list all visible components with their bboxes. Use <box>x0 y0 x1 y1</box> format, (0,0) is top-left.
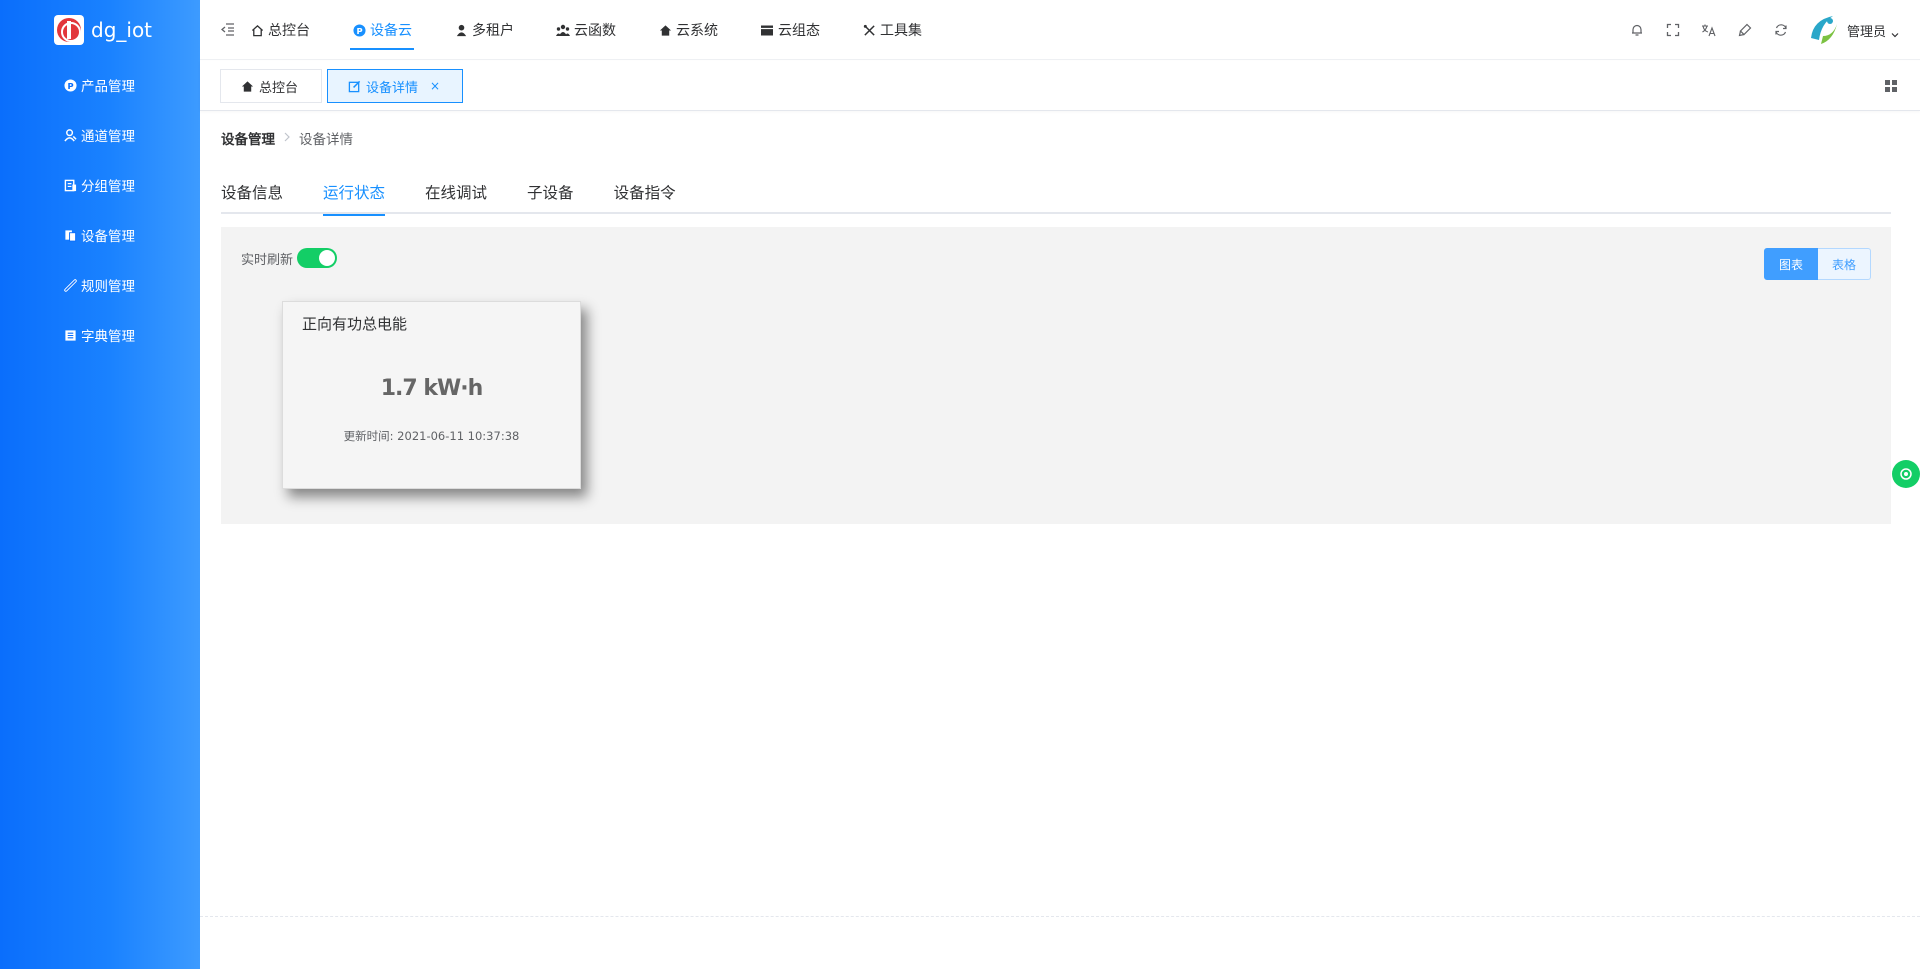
menu-collapse-icon[interactable] <box>220 21 237 37</box>
tab-device-info[interactable]: 设备信息 <box>221 170 283 214</box>
device-icon <box>63 228 77 242</box>
chevron-down-icon[interactable] <box>1890 25 1900 38</box>
tab-sub-device[interactable]: 子设备 <box>527 170 574 214</box>
logo[interactable]: dg_iot <box>0 0 200 60</box>
view-toggle: 图表 表格 <box>1763 248 1871 280</box>
nav-label: 多租户 <box>472 23 514 39</box>
top-nav: 总控台 P 设备云 多租户 云函数 云系统 云组态 工具集 <box>248 0 962 60</box>
metric-update-time: 更新时间: 2021-06-11 10:37:38 <box>343 429 520 443</box>
grid-menu-icon[interactable] <box>1884 78 1900 94</box>
logo-icon <box>54 15 84 45</box>
nav-label: 云系统 <box>676 23 718 39</box>
product-icon: P <box>63 78 77 92</box>
breadcrumb-current: 设备详情 <box>299 132 353 148</box>
nav-item-function[interactable]: 云函数 <box>554 0 618 60</box>
sidebar-item-label: 字典管理 <box>81 329 135 345</box>
top-bar: 总控台 P 设备云 多租户 云函数 云系统 云组态 工具集 管理员 <box>200 0 1920 60</box>
sidebar: dg_iot P 产品管理 通道管理 分组管理 设备管理 规则管理 字典管理 <box>0 0 200 969</box>
edit-icon <box>348 80 361 93</box>
breadcrumb: 设备管理 设备详情 <box>221 128 353 148</box>
translate-icon[interactable] <box>1701 22 1717 38</box>
svg-text:P: P <box>67 80 73 90</box>
chart-view-button[interactable]: 图表 <box>1763 248 1818 280</box>
breadcrumb-device-management[interactable]: 设备管理 <box>221 128 275 148</box>
home-icon <box>241 80 254 93</box>
config-icon <box>760 23 774 37</box>
nav-label: 云函数 <box>574 23 616 39</box>
tag-label: 设备详情 <box>366 80 419 96</box>
nav-label: 工具集 <box>880 23 922 39</box>
channel-icon <box>63 128 77 142</box>
group-icon <box>63 178 77 192</box>
tab-device-command[interactable]: 设备指令 <box>614 170 676 214</box>
device-cloud-icon: P <box>352 23 366 37</box>
system-icon <box>658 23 672 37</box>
sidebar-item-label: 通道管理 <box>81 129 135 145</box>
sidebar-item-device[interactable]: 设备管理 <box>0 210 200 260</box>
tab-online-debug[interactable]: 在线调试 <box>425 170 487 214</box>
tags-view: 总控台 设备详情 × <box>200 61 1920 111</box>
metric-value: 1.7 kW·h <box>380 376 484 401</box>
footer-divider <box>200 916 1920 917</box>
tools-icon <box>862 23 876 37</box>
tab-running-status[interactable]: 运行状态 <box>323 170 386 216</box>
metric-card[interactable]: 正向有功总电能 1.7 kW·h 更新时间: 2021-06-11 10:37:… <box>282 301 581 489</box>
nav-item-system[interactable]: 云系统 <box>656 0 720 60</box>
dictionary-icon <box>63 328 77 342</box>
nav-item-device-cloud[interactable]: P 设备云 <box>350 0 414 60</box>
tag-console[interactable]: 总控台 <box>220 69 322 103</box>
user-avatar[interactable] <box>1802 10 1843 50</box>
realtime-refresh-switch[interactable] <box>297 248 338 268</box>
svg-text:P: P <box>356 25 362 35</box>
nav-label: 云组态 <box>778 23 820 39</box>
settings-float-icon[interactable] <box>1892 460 1920 488</box>
table-view-button[interactable]: 表格 <box>1817 248 1871 280</box>
sidebar-item-label: 产品管理 <box>81 79 135 95</box>
sidebar-item-dictionary[interactable]: 字典管理 <box>0 310 200 360</box>
sidebar-item-label: 分组管理 <box>81 179 135 195</box>
tag-device-detail[interactable]: 设备详情 × <box>327 69 463 103</box>
fullscreen-icon[interactable] <box>1665 22 1681 38</box>
sidebar-item-label: 设备管理 <box>81 229 135 245</box>
tenant-icon <box>454 23 468 37</box>
metric-title: 正向有功总电能 <box>302 315 408 333</box>
refresh-icon[interactable] <box>1773 22 1789 38</box>
nav-label: 总控台 <box>268 23 310 39</box>
bell-icon[interactable] <box>1629 22 1645 38</box>
realtime-refresh: 实时刷新 <box>241 248 338 268</box>
home-icon <box>250 23 264 37</box>
sidebar-item-label: 规则管理 <box>81 279 135 295</box>
nav-item-tenant[interactable]: 多租户 <box>452 0 516 60</box>
sidebar-item-rule[interactable]: 规则管理 <box>0 260 200 310</box>
sidebar-item-group[interactable]: 分组管理 <box>0 160 200 210</box>
theme-brush-icon[interactable] <box>1737 22 1753 38</box>
function-icon <box>556 23 570 37</box>
sidebar-item-product[interactable]: P 产品管理 <box>0 60 200 110</box>
detail-tabs: 设备信息 运行状态 在线调试 子设备 设备指令 <box>221 170 1891 216</box>
app-name: dg_iot <box>91 18 153 42</box>
tag-label: 总控台 <box>259 80 299 96</box>
top-right-toolbar: 管理员 <box>1609 0 1900 60</box>
close-icon[interactable]: × <box>430 79 440 93</box>
realtime-refresh-label: 实时刷新 <box>241 252 294 268</box>
user-name[interactable]: 管理员 <box>1847 21 1886 40</box>
nav-item-config[interactable]: 云组态 <box>758 0 822 60</box>
sidebar-menu: P 产品管理 通道管理 分组管理 设备管理 规则管理 字典管理 <box>0 60 200 360</box>
sidebar-item-channel[interactable]: 通道管理 <box>0 110 200 160</box>
rule-icon <box>63 278 77 292</box>
nav-item-console[interactable]: 总控台 <box>248 0 312 60</box>
chevron-right-icon <box>283 131 291 145</box>
nav-label: 设备云 <box>370 23 412 39</box>
nav-item-tools[interactable]: 工具集 <box>860 0 924 60</box>
status-panel: 实时刷新 图表 表格 正向有功总电能 1.7 kW·h 更新时间: 2021-0… <box>221 227 1891 524</box>
